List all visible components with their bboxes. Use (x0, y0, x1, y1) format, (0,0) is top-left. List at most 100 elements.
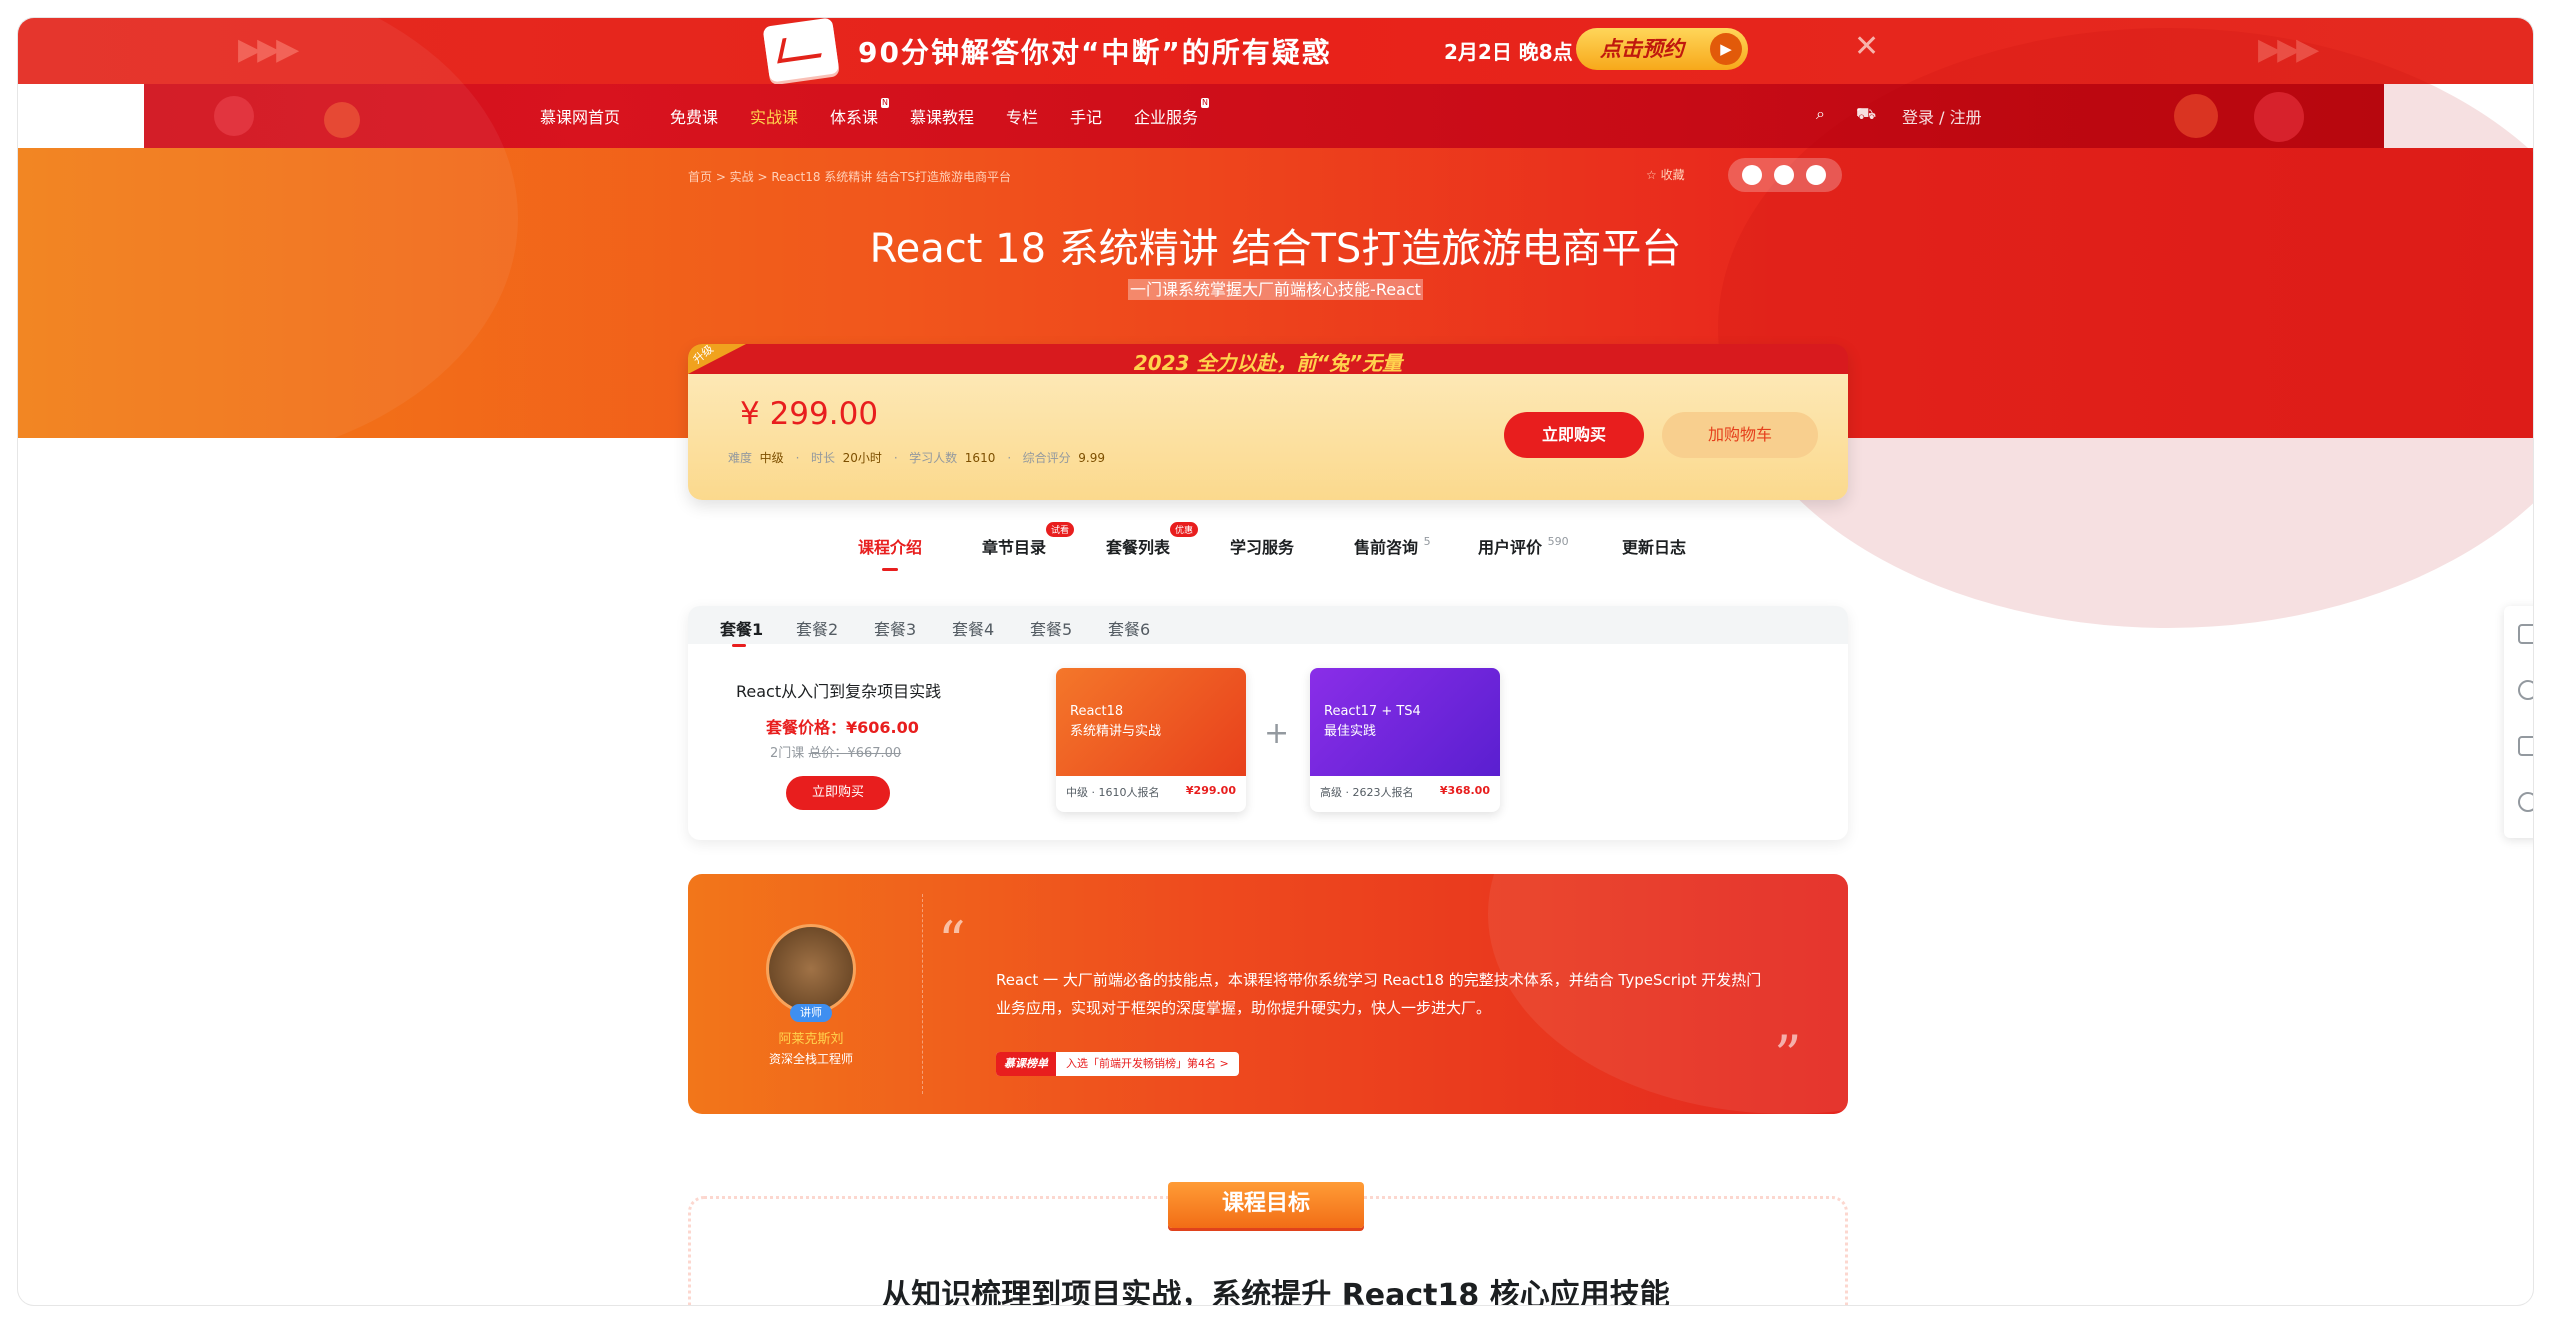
browser-viewport: ▶▶▶ ▶▶▶ 90分钟解答你对“中断”的所有疑惑 2月2日 晚8点 点击预约 ▶… (18, 18, 2533, 1305)
goal-title: 从知识梳理到项目实战，系统提升 React18 核心应用技能 (881, 1278, 1670, 1305)
favorite-label: 收藏 (1660, 168, 1685, 182)
course-subtitle-wrap: 一门课系统掌握大厂前端核心技能-React (18, 276, 2533, 300)
chart-icon (762, 18, 840, 83)
buy-now-button[interactable]: 立即购买 (1504, 412, 1644, 458)
theme-icon[interactable] (2518, 792, 2533, 812)
package-tab-5[interactable]: 套餐5 (1030, 616, 1072, 640)
package-name: React从入门到复杂项目实践 (736, 682, 942, 701)
nav-item-label: 企业服务 (1134, 108, 1199, 127)
price-card: 2023 全力以赴，前“兔”无量 升级 ¥ 299.00 难度 中级 · 时长 2… (688, 344, 1848, 500)
nav-item-column[interactable]: 专栏 (1006, 104, 1038, 128)
course-cover: React18 系统精讲与实战 (1056, 668, 1246, 776)
tab-presale[interactable]: 售前咨询 5 (1354, 534, 1431, 558)
difficulty-value: 中级 (759, 451, 784, 465)
trial-badge: 试看 (1046, 522, 1075, 537)
tab-services[interactable]: 学习服务 (1230, 534, 1294, 558)
side-toolbar (2504, 606, 2533, 838)
course-enrolled: 1610人报名 (1098, 786, 1160, 799)
share-group (1728, 158, 1842, 192)
new-badge: N (881, 98, 890, 108)
new-badge: N (1201, 98, 1210, 108)
package-section: 套餐1 套餐2 套餐3 套餐4 套餐5 套餐6 React从入门到复杂项目实践 … (688, 606, 1848, 840)
course-cover-title: React18 系统精讲与实战 (1070, 704, 1162, 739)
teacher-title: 资深全栈工程师 (768, 1052, 853, 1066)
course-subtitle: 一门课系统掌握大厂前端核心技能-React (1128, 279, 1423, 300)
play-icon: ▶ (1710, 33, 1742, 65)
rating-label: 综合评分 (1022, 451, 1071, 465)
tab-packages[interactable]: 套餐列表 优惠 (1106, 522, 1199, 558)
wechat-icon[interactable] (1742, 165, 1762, 185)
ranking-text: 入选「前端开发畅销榜」第4名 > (1066, 1057, 1229, 1070)
new-year-banner: 2023 全力以赴，前“兔”无量 升级 (688, 344, 1848, 375)
course-tabs: 课程介绍 章节目录 试看 套餐列表 优惠 学习服务 售前咨询 5 用户评价 590 … (858, 522, 1758, 574)
promo-cta-button[interactable]: 点击预约 ▶ (1576, 28, 1748, 70)
package-price: 套餐价格：¥606.00 (766, 718, 919, 737)
tab-label: 套餐列表 (1106, 538, 1171, 557)
count-badge: 5 (1423, 535, 1431, 548)
nav-item-home[interactable]: 慕课网首页 (540, 104, 620, 128)
feedback-icon[interactable] (2518, 624, 2533, 644)
nav-item-system[interactable]: 体系课 N (830, 98, 890, 128)
help-icon[interactable] (2518, 680, 2533, 700)
package-original-price: 总价：¥667.00 (808, 746, 902, 761)
mobile-icon[interactable] (2518, 736, 2533, 756)
course-card-price: ¥299.00 (1185, 784, 1236, 797)
package-original: 2门课 总价：¥667.00 (770, 742, 901, 761)
package-tab-1[interactable]: 套餐1 (720, 616, 763, 647)
nav-item-practical[interactable]: 实战课 (750, 104, 798, 128)
banner-text: 2023 全力以赴，前“兔”无量 (1133, 351, 1403, 375)
tab-reviews[interactable]: 用户评价 590 (1478, 534, 1569, 558)
course-title: React 18 系统精讲 结合TS打造旅游电商平台 (869, 226, 1682, 272)
course-cover-title: React17 + TS4 最佳实践 (1324, 704, 1421, 739)
weibo-icon[interactable] (1774, 165, 1794, 185)
tab-label: 用户评价 (1478, 538, 1543, 557)
nav-item-enterprise[interactable]: 企业服务 N (1134, 98, 1210, 128)
package-tab-3[interactable]: 套餐3 (874, 616, 916, 640)
duration-value: 20小时 (842, 451, 882, 465)
nav-item-notes[interactable]: 手记 (1070, 104, 1102, 128)
price-body: ¥ 299.00 难度 中级 · 时长 20小时 · 学习人数 1610 · 综合评分… (688, 374, 1848, 500)
package-tab-6[interactable]: 套餐6 (1108, 616, 1150, 640)
nav-item-free[interactable]: 免费课 (670, 104, 718, 128)
nav-item-tutorial[interactable]: 慕课教程 (910, 104, 974, 128)
course-description: React 一 大厂前端必备的技能点，本课程将带你系统学习 React18 的完… (996, 971, 1762, 1017)
teacher-avatar[interactable] (766, 924, 856, 1014)
package-course-card[interactable]: React18 系统精讲与实战 中级 · 1610人报名 ¥299.00 (1056, 668, 1246, 812)
discount-badge: 优惠 (1170, 522, 1199, 537)
ranking-badge[interactable]: 慕课榜单 入选「前端开发畅销榜」第4名 > (996, 1052, 1239, 1076)
course-meta: 难度 中级 · 时长 20小时 · 学习人数 1610 · 综合评分 9.99 (728, 451, 1105, 465)
divider (922, 894, 923, 1094)
search-icon[interactable]: ⌕ (1816, 104, 1825, 124)
course-cover: React17 + TS4 最佳实践 (1310, 668, 1500, 776)
close-icon[interactable]: ✕ (1854, 32, 1879, 62)
teacher-section: 讲师 阿莱克斯刘 资深全栈工程师 “ ” React 一 大厂前端必备的技能点，… (688, 874, 1848, 1114)
tab-changelog[interactable]: 更新日志 (1622, 534, 1686, 558)
open-quote-icon: “ (938, 910, 966, 973)
tab-intro[interactable]: 课程介绍 (858, 534, 922, 571)
breadcrumb[interactable]: 首页 > 实战 > React18 系统精讲 结合TS打造旅游电商平台 (688, 168, 1011, 185)
learners-label: 学习人数 (909, 451, 958, 465)
add-to-cart-button[interactable]: 加购物车 (1662, 412, 1818, 458)
package-tab-4[interactable]: 套餐4 (952, 616, 994, 640)
promo-title: 90分钟解答你对“中断”的所有疑惑 (858, 36, 1332, 69)
package-tab-2[interactable]: 套餐2 (796, 616, 838, 640)
package-buy-button[interactable]: 立即购买 (786, 776, 890, 810)
favorite-button[interactable]: ☆ 收藏 (1646, 166, 1685, 183)
course-info: 中级 · 1610人报名 (1066, 786, 1160, 799)
promo-cta-label: 点击预约 (1600, 37, 1684, 61)
teacher-role-badge: 讲师 (790, 1004, 832, 1022)
course-level: 高级 (1320, 786, 1342, 799)
package-tabs: 套餐1 套餐2 套餐3 套餐4 套餐5 套餐6 (688, 606, 1848, 647)
learners-value: 1610 (964, 451, 996, 465)
tab-chapters[interactable]: 章节目录 试看 (982, 522, 1075, 558)
difficulty-label: 难度 (728, 451, 753, 465)
course-price: ¥ 299.00 (740, 396, 879, 432)
star-icon: ☆ (1646, 168, 1661, 182)
tab-label: 章节目录 (982, 538, 1047, 557)
promo-date: 2月2日 晚8点 (1444, 40, 1573, 64)
teacher-name[interactable]: 阿莱克斯刘 (738, 1028, 884, 1047)
plus-icon: + (1264, 716, 1290, 751)
qq-icon[interactable] (1806, 165, 1826, 185)
package-course-card[interactable]: React17 + TS4 最佳实践 高级 · 2623人报名 ¥368.00 (1310, 668, 1500, 812)
duration-label: 时长 (810, 451, 835, 465)
